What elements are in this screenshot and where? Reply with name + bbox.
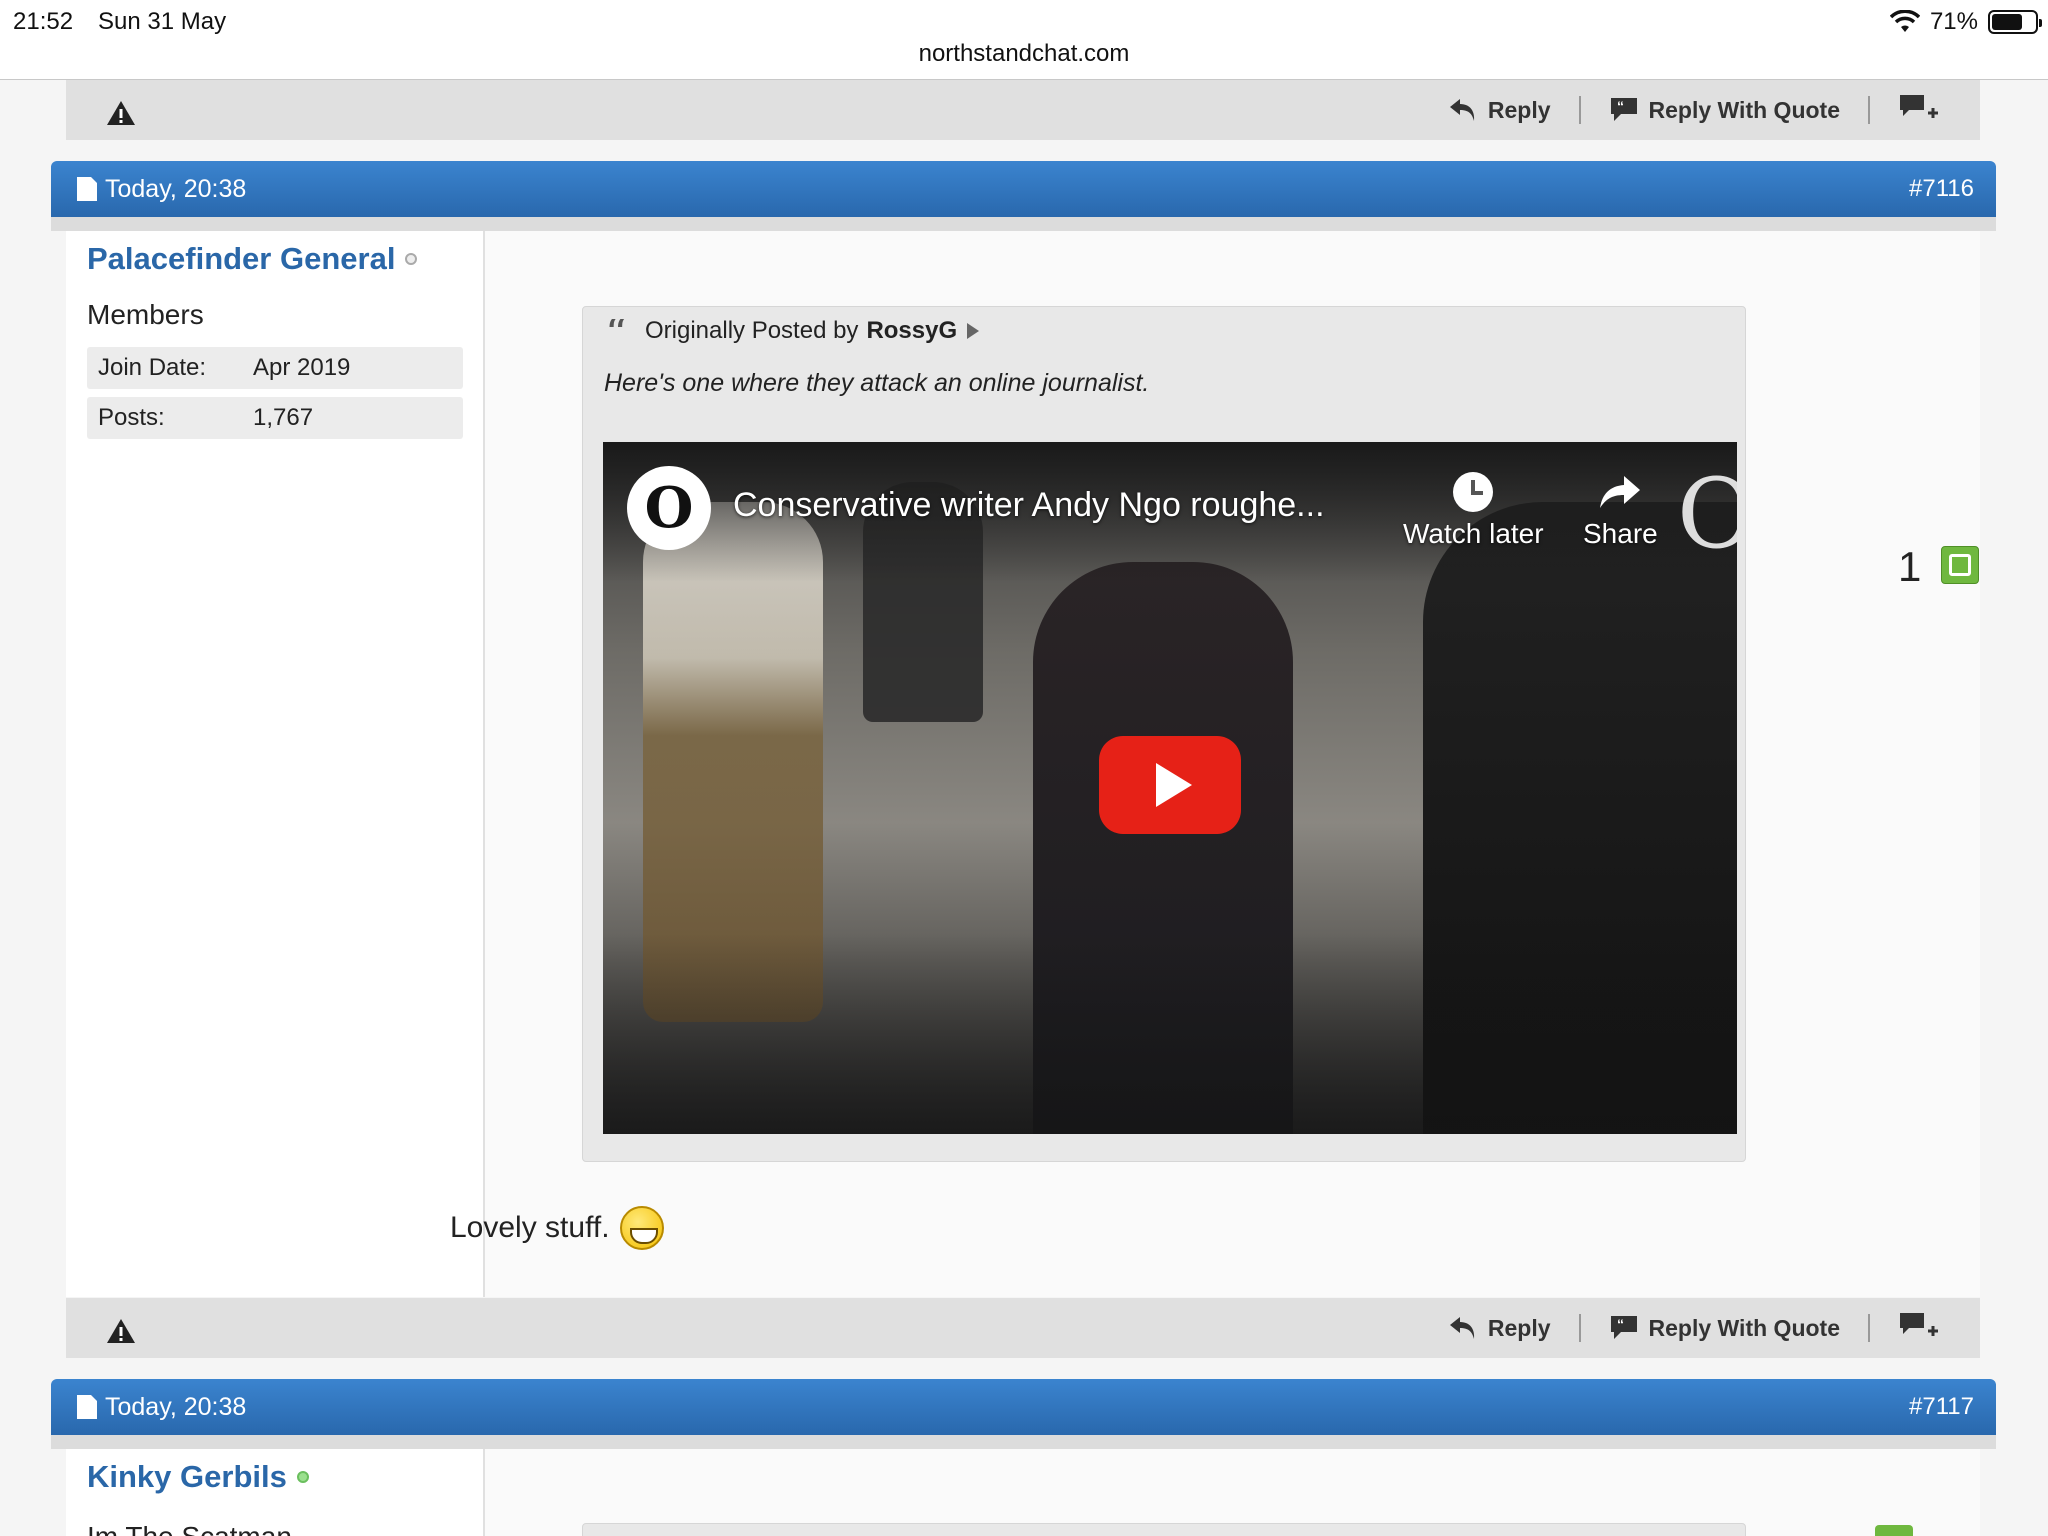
battery-level [1992, 14, 2022, 30]
posts-count-value: 1,767 [253, 404, 314, 431]
quote-bubble-icon: “ [1610, 1316, 1637, 1339]
wifi-icon [1889, 10, 1920, 32]
quote-bubble-icon: “ [1610, 98, 1637, 121]
status-date: Sun 31 May [98, 8, 227, 35]
action-separator [1868, 1314, 1870, 1342]
reply-label: Reply [1487, 96, 1551, 123]
post-action-bar: Reply “ Reply With Quote [66, 1298, 1980, 1358]
action-separator [1578, 96, 1581, 124]
post-header-underline [51, 1435, 1996, 1449]
view-post-arrow-icon[interactable] [965, 321, 981, 341]
reply-arrow-icon [1449, 99, 1475, 121]
post-date: Today, 20:38 [77, 161, 246, 217]
video-title[interactable]: Conservative writer Andy Ngo roughe... [733, 486, 1325, 525]
reply-with-quote-button[interactable]: “ Reply With Quote [1609, 1314, 1840, 1342]
quote-box: “ Originally Posted by RossyG Here's one… [582, 306, 1746, 1162]
user-title: Members [87, 299, 204, 330]
posts-count-label: Posts: [98, 404, 165, 431]
reply-with-quote-label: Reply With Quote [1648, 1314, 1840, 1341]
svg-text:“: “ [1617, 98, 1624, 114]
post-header: Today, 20:38 #7117 [51, 1379, 1996, 1435]
post-number-link[interactable]: #7117 [1909, 1393, 1974, 1421]
join-date-value: Apr 2019 [253, 354, 351, 381]
video-scene-shadow [603, 934, 1737, 1134]
user-info-panel: Palacefinder General Members Join Date: … [66, 231, 485, 1297]
action-separator [1578, 1314, 1581, 1342]
post-action-bar: Reply “ Reply With Quote [66, 80, 1980, 140]
username-text: Palacefinder General [87, 241, 396, 276]
report-warning-icon[interactable] [106, 100, 136, 126]
user-info-panel: Kinky Gerbils Im The Scatman [66, 1449, 485, 1536]
post-date-text: Today, 20:38 [105, 1392, 247, 1421]
username-link[interactable]: Kinky Gerbils [87, 1459, 309, 1495]
posts-count-row: Posts: 1,767 [87, 397, 463, 439]
quote-author[interactable]: RossyG [866, 317, 957, 345]
quote-text: Here's one where they attack an online j… [604, 369, 1150, 397]
post-body: Kinky Gerbils Im The Scatman [66, 1449, 1980, 1536]
url-bar[interactable]: northstandchat.com [0, 40, 2048, 68]
join-date-row: Join Date: Apr 2019 [87, 347, 463, 389]
multi-quote-icon[interactable] [1898, 1311, 1940, 1345]
watch-later-button[interactable]: Watch later [1403, 472, 1544, 550]
status-right: 71% [1889, 8, 2042, 36]
like-thumbs-up-icon[interactable] [1875, 1525, 1913, 1536]
post-document-icon [77, 1395, 97, 1419]
post-date: Today, 20:38 [77, 1379, 246, 1435]
reply-button[interactable]: Reply [1448, 96, 1551, 124]
join-date-label: Join Date: [98, 354, 207, 381]
reply-button[interactable]: Reply [1448, 1314, 1551, 1342]
battery-icon [1988, 10, 2042, 34]
action-separator [1868, 96, 1870, 124]
watch-later-label: Watch later [1403, 518, 1544, 549]
svg-text:“: “ [1617, 1316, 1624, 1332]
svg-text:“: “ [605, 319, 628, 343]
status-bar: 21:52 Sun 31 May 71% northstandchat.com [0, 0, 2048, 80]
post-date-text: Today, 20:38 [105, 174, 247, 203]
user-title: Im The Scatman [87, 1521, 292, 1536]
post-actions: Reply “ Reply With Quote [1448, 80, 1940, 140]
username-link[interactable]: Palacefinder General [87, 241, 418, 277]
quote-box [582, 1523, 1746, 1536]
like-thumbs-up-icon[interactable] [1941, 546, 1979, 584]
status-time: 21:52 [13, 8, 74, 35]
username-text: Kinky Gerbils [87, 1459, 287, 1494]
clock-icon [1453, 472, 1494, 512]
post-header-underline [51, 217, 1996, 231]
share-label: Share [1583, 518, 1658, 549]
post-message: Lovely stuff. [450, 1206, 664, 1250]
channel-watermark-icon: O [1677, 458, 1737, 570]
channel-logo-icon[interactable]: O [627, 466, 711, 550]
online-status-icon [296, 1471, 309, 1483]
share-button[interactable]: Share [1583, 472, 1658, 550]
reply-with-quote-label: Reply With Quote [1648, 96, 1840, 123]
offline-status-icon [405, 253, 418, 265]
post-header: Today, 20:38 #7116 [51, 161, 1996, 217]
post-number-link[interactable]: #7116 [1909, 175, 1974, 203]
play-button[interactable] [1099, 736, 1241, 834]
reply-with-quote-button[interactable]: “ Reply With Quote [1609, 96, 1840, 124]
like-count: 1 [1898, 543, 1922, 590]
post-message-text: Lovely stuff. [450, 1211, 610, 1244]
multi-quote-icon[interactable] [1898, 93, 1940, 127]
embedded-video[interactable]: O Conservative writer Andy Ngo roughe...… [603, 442, 1737, 1134]
grin-emoji-icon [619, 1206, 664, 1250]
quote-prefix: Originally Posted by [645, 317, 859, 344]
report-warning-icon[interactable] [106, 1318, 136, 1344]
share-arrow-icon [1600, 476, 1641, 508]
quote-header: “ Originally Posted by RossyG [605, 317, 981, 345]
reply-arrow-icon [1449, 1317, 1475, 1339]
post-document-icon [77, 177, 97, 201]
battery-percent: 71% [1929, 8, 1978, 35]
reply-label: Reply [1487, 1314, 1551, 1341]
post-actions: Reply “ Reply With Quote [1448, 1298, 1940, 1358]
quote-marks-icon: “ [605, 319, 628, 343]
